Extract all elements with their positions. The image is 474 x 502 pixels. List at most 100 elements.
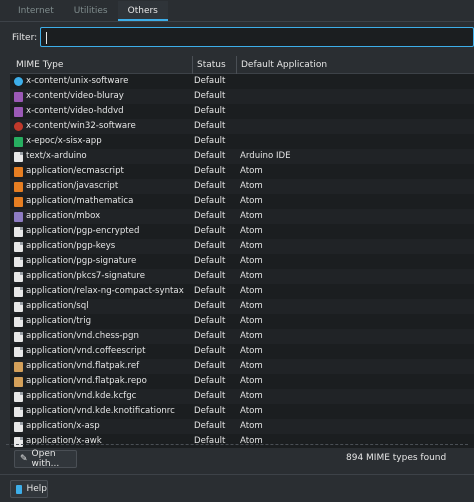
- mime-type-cell: x-content/video-hddvd: [26, 106, 124, 116]
- text-file-icon: [14, 437, 23, 447]
- edit-icon: ✎: [20, 454, 28, 464]
- table-row[interactable]: application/vnd.kde.knotificationrc Defau…: [10, 404, 474, 419]
- mime-type-cell: application/vnd.coffeescript: [26, 346, 146, 356]
- app-icon: [14, 137, 23, 147]
- text-caret: [46, 32, 47, 44]
- text-file-icon: [14, 347, 23, 357]
- table-row[interactable]: application/mathematica Default Atom: [10, 194, 474, 209]
- signature-file-icon: [14, 257, 23, 267]
- encrypted-file-icon: [14, 227, 23, 237]
- default-application-cell: Atom: [240, 346, 263, 356]
- mime-type-cell: x-epoc/x-sisx-app: [26, 136, 102, 146]
- default-application-cell: Atom: [240, 271, 263, 281]
- table-row[interactable]: application/sql Default Atom: [10, 299, 474, 314]
- default-application-cell: Atom: [240, 361, 263, 371]
- table-row[interactable]: application/vnd.chess-pgn Default Atom: [10, 329, 474, 344]
- mime-type-table[interactable]: MIME Type Status Default Application x-c…: [10, 56, 474, 448]
- filter-label: Filter:: [12, 33, 38, 43]
- default-application-cell: Atom: [240, 256, 263, 266]
- status-cell: Default: [194, 106, 226, 116]
- status-cell: Default: [194, 301, 226, 311]
- table-row[interactable]: application/javascript Default Atom: [10, 179, 474, 194]
- status-cell: Default: [194, 376, 226, 386]
- table-row[interactable]: application/mbox Default Atom: [10, 209, 474, 224]
- default-application-cell: Arduino IDE: [240, 151, 291, 161]
- table-row[interactable]: application/x-awk Default Atom: [10, 434, 474, 448]
- signature-file-icon: [14, 272, 23, 282]
- default-application-cell: Atom: [240, 436, 263, 446]
- divider: [6, 444, 468, 445]
- column-header-default-application[interactable]: Default Application: [236, 56, 327, 74]
- script-icon: [14, 182, 23, 192]
- package-icon: [14, 377, 23, 387]
- status-cell: Default: [194, 226, 226, 236]
- status-cell: Default: [194, 91, 226, 101]
- column-header-status[interactable]: Status: [192, 56, 226, 74]
- script-icon: [14, 167, 23, 177]
- table-row[interactable]: application/pgp-encrypted Default Atom: [10, 224, 474, 239]
- status-cell: Default: [194, 346, 226, 356]
- open-with-button[interactable]: ✎ Open with...: [14, 449, 77, 469]
- status-cell: Default: [194, 361, 226, 371]
- video-icon: [14, 92, 23, 102]
- text-file-icon: [14, 287, 23, 297]
- tab-bar: Internet Utilities Others: [0, 0, 474, 22]
- table-row[interactable]: application/relax-ng-compact-syntax Defau…: [10, 284, 474, 299]
- table-header: MIME Type Status Default Application: [10, 56, 474, 74]
- mime-type-cell: application/vnd.chess-pgn: [26, 331, 139, 341]
- table-row[interactable]: application/pgp-signature Default Atom: [10, 254, 474, 269]
- status-cell: Default: [194, 286, 226, 296]
- table-row[interactable]: text/x-arduino Default Arduino IDE: [10, 149, 474, 164]
- video-icon: [14, 107, 23, 117]
- default-application-cell: Atom: [240, 406, 263, 416]
- status-cell: Default: [194, 166, 226, 176]
- mime-type-cell: application/x-asp: [26, 421, 100, 431]
- table-row[interactable]: x-content/win32-software Default: [10, 119, 474, 134]
- default-application-cell: [240, 119, 470, 134]
- table-row[interactable]: x-epoc/x-sisx-app Default: [10, 134, 474, 149]
- mime-type-cell: application/trig: [26, 316, 92, 326]
- default-application-cell: [240, 74, 470, 89]
- status-cell: Default: [194, 211, 226, 221]
- mime-type-cell: application/vnd.kde.kcfgc: [26, 391, 137, 401]
- table-row[interactable]: application/vnd.coffeescript Default Atom: [10, 344, 474, 359]
- table-row[interactable]: application/pkcs7-signature Default Atom: [10, 269, 474, 284]
- bottom-bar: ✎ Open with... 894 MIME types found: [0, 448, 474, 470]
- table-row[interactable]: application/vnd.flatpak.ref Default Atom: [10, 359, 474, 374]
- mime-type-cell: application/pgp-encrypted: [26, 226, 140, 236]
- status-cell: Default: [194, 136, 226, 146]
- status-cell: Default: [194, 151, 226, 161]
- package-icon: [14, 362, 23, 372]
- text-file-icon: [14, 392, 23, 402]
- table-row[interactable]: x-content/video-bluray Default: [10, 89, 474, 104]
- table-row[interactable]: application/trig Default Atom: [10, 314, 474, 329]
- mime-type-cell: text/x-arduino: [26, 151, 87, 161]
- mime-type-cell: application/mbox: [26, 211, 101, 221]
- status-cell: Default: [194, 316, 226, 326]
- status-cell: Default: [194, 331, 226, 341]
- filter-row: Filter:: [0, 27, 474, 49]
- table-body: x-content/unix-software Default x-content/…: [10, 74, 474, 448]
- default-application-cell: Atom: [240, 316, 263, 326]
- table-row[interactable]: application/pgp-keys Default Atom: [10, 239, 474, 254]
- table-row[interactable]: application/vnd.flatpak.repo Default Atom: [10, 374, 474, 389]
- table-row[interactable]: x-content/unix-software Default: [10, 74, 474, 89]
- filter-input[interactable]: [40, 27, 474, 47]
- mime-type-cell: application/pkcs7-signature: [26, 271, 145, 281]
- help-button[interactable]: Help: [10, 480, 48, 498]
- text-file-icon: [14, 152, 23, 162]
- key-file-icon: [14, 242, 23, 252]
- default-application-cell: Atom: [240, 196, 263, 206]
- tab-others[interactable]: Others: [117, 1, 168, 21]
- mime-type-cell: application/mathematica: [26, 196, 134, 206]
- tab-utilities[interactable]: Utilities: [64, 1, 118, 21]
- tab-internet[interactable]: Internet: [8, 1, 64, 21]
- open-with-label: Open with...: [31, 449, 60, 469]
- column-header-mime-type[interactable]: MIME Type: [16, 56, 63, 74]
- table-row[interactable]: x-content/video-hddvd Default: [10, 104, 474, 119]
- table-row[interactable]: application/ecmascript Default Atom: [10, 164, 474, 179]
- default-application-cell: Atom: [240, 226, 263, 236]
- table-row[interactable]: application/vnd.kde.kcfgc Default Atom: [10, 389, 474, 404]
- mime-type-cell: x-content/unix-software: [26, 76, 129, 86]
- table-row[interactable]: application/x-asp Default Atom: [10, 419, 474, 434]
